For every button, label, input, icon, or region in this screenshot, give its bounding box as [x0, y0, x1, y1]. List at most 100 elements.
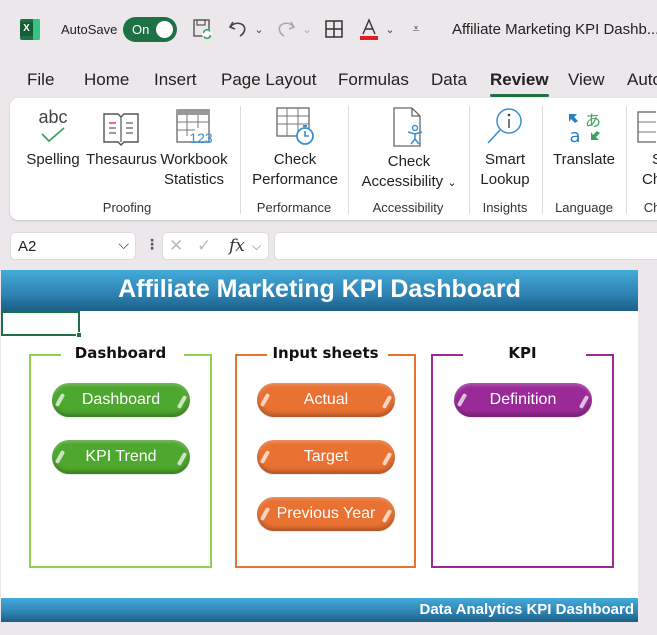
check-performance-label-2: Performance	[252, 171, 338, 188]
formula-input[interactable]	[274, 232, 657, 260]
autosave-toggle[interactable]: On	[123, 17, 177, 42]
spelling-label: Spelling	[26, 151, 80, 168]
target-button[interactable]: Target	[257, 440, 395, 474]
ribbon-tabs: File Home Insert Page Layout Formulas Da…	[0, 64, 657, 98]
kpi-trend-button[interactable]: KPI Trend	[52, 440, 190, 474]
redo-dropdown-icon[interactable]: ⌄	[301, 16, 313, 42]
panel-input-sheets: Input sheets Actual Target Previous Year	[235, 344, 416, 568]
save-sync-icon[interactable]	[191, 16, 215, 42]
workbook-statistics-label-1: Workbook	[160, 151, 228, 168]
workbook-statistics-label-2: Statistics	[163, 171, 224, 188]
dashboard-footer: Data Analytics KPI Dashboard	[1, 598, 638, 622]
panel-title-input-sheets: Input sheets	[272, 344, 379, 362]
dashboard-button[interactable]: Dashboard	[52, 383, 190, 417]
smart-lookup-button[interactable]: Smart Lookup	[474, 106, 536, 190]
dashboard-banner: Affiliate Marketing KPI Dashboard	[1, 270, 638, 311]
tab-review[interactable]: Review	[490, 70, 549, 97]
tab-home[interactable]: Home	[84, 70, 129, 90]
redo-icon[interactable]	[274, 16, 298, 42]
autosave-state: On	[132, 22, 150, 37]
borders-icon[interactable]	[322, 16, 346, 42]
thesaurus-button[interactable]: Thesaurus	[86, 106, 157, 170]
ribbon-separator	[240, 106, 241, 214]
check-accessibility-button[interactable]: Check Accessibility ⌄	[354, 106, 464, 193]
name-box-value: A2	[18, 238, 37, 255]
font-color-dropdown-icon[interactable]: ⌄	[384, 16, 396, 42]
enter-icon[interactable]: ✓	[197, 236, 211, 256]
group-label-changes: Ch	[643, 200, 657, 215]
tab-automate[interactable]: Auto	[627, 70, 657, 90]
translate-label: Translate	[553, 151, 615, 168]
panel-kpi: KPI Definition	[431, 344, 614, 568]
tab-formulas[interactable]: Formulas	[338, 70, 409, 90]
abc-glyph: abc	[38, 107, 67, 127]
svg-text:a: a	[569, 126, 580, 146]
tab-insert[interactable]: Insert	[154, 70, 197, 90]
ribbon: abc Spelling Thesaurus 123 Workbook Stat…	[10, 98, 657, 220]
group-label-proofing: Proofing	[102, 200, 152, 215]
panel-title-kpi: KPI	[508, 344, 537, 362]
chevron-down-icon[interactable]: ⌵	[118, 236, 129, 253]
autosave-label: AutoSave	[61, 22, 118, 37]
fill-handle[interactable]	[76, 332, 82, 338]
check-accessibility-label-2: Accessibility	[361, 173, 444, 190]
panel-title-dashboard: Dashboard	[74, 344, 167, 362]
spelling-button[interactable]: abc Spelling	[24, 106, 82, 170]
undo-dropdown-icon[interactable]: ⌄	[253, 16, 265, 42]
translate-icon: aあ	[548, 106, 620, 146]
group-label-language: Language	[555, 200, 613, 215]
title-bar: X AutoSave On ⌄ ⌄ ⌄ ⩡ Affiliate Marketin…	[0, 0, 657, 60]
selected-cell-a2[interactable]	[1, 311, 82, 338]
svg-text:あ: あ	[585, 111, 601, 130]
show-changes-icon	[636, 106, 657, 146]
group-label-accessibility: Accessibility	[372, 200, 444, 215]
spelling-icon: abc	[24, 106, 82, 146]
chevron-down-icon[interactable]: ⌵	[252, 239, 261, 254]
stats-glyph: 123	[189, 130, 213, 146]
check-performance-button[interactable]: Check Performance	[248, 106, 342, 190]
name-box[interactable]: A2 ⌵	[10, 232, 136, 260]
excel-logo-icon: X	[20, 19, 40, 40]
check-performance-label-1: Check	[273, 151, 317, 168]
formula-controls: ✕ ✓ fx ⌵	[162, 232, 269, 260]
show-changes-label-1: S	[636, 150, 657, 170]
font-color-icon[interactable]	[357, 16, 381, 42]
check-accessibility-label-1: Check	[387, 153, 431, 170]
thesaurus-label: Thesaurus	[86, 151, 157, 168]
insert-function-icon[interactable]: fx	[229, 236, 245, 256]
ribbon-separator	[542, 106, 543, 214]
check-accessibility-icon	[354, 106, 464, 148]
cancel-icon[interactable]: ✕	[169, 236, 183, 256]
group-label-performance: Performance	[256, 200, 332, 215]
ribbon-separator	[348, 106, 349, 214]
smart-lookup-label-1: Smart	[484, 151, 525, 168]
tab-file[interactable]: File	[27, 70, 54, 90]
toggle-knob	[156, 21, 173, 38]
tab-page-layout[interactable]: Page Layout	[221, 70, 316, 90]
worksheet[interactable]: Affiliate Marketing KPI Dashboard Dashbo…	[1, 270, 638, 622]
check-performance-icon	[248, 106, 342, 146]
previous-year-button[interactable]: Previous Year	[257, 497, 395, 531]
chevron-down-icon: ⌄	[447, 177, 457, 189]
more-options-icon[interactable]: ⋮	[145, 236, 159, 253]
show-changes-button[interactable]: S Ch	[636, 106, 657, 190]
tab-view[interactable]: View	[568, 70, 605, 90]
panel-dashboard: Dashboard Dashboard KPI Trend	[29, 344, 212, 568]
workbook-statistics-icon: 123	[156, 106, 232, 146]
tab-data[interactable]: Data	[431, 70, 467, 90]
dashboard-title: Affiliate Marketing KPI Dashboard	[118, 275, 521, 303]
undo-icon[interactable]	[226, 16, 250, 42]
translate-button[interactable]: aあ Translate	[548, 106, 620, 170]
document-title: Affiliate Marketing KPI Dashb...	[452, 21, 657, 38]
show-changes-label-2: Ch	[642, 171, 657, 188]
thesaurus-icon	[86, 106, 156, 146]
ribbon-separator	[469, 106, 470, 214]
group-label-insights: Insights	[482, 200, 528, 215]
definition-button[interactable]: Definition	[454, 383, 592, 417]
footer-text: Data Analytics KPI Dashboard	[419, 601, 634, 618]
customize-toolbar-icon[interactable]: ⩡	[408, 16, 424, 42]
workbook-statistics-button[interactable]: 123 Workbook Statistics	[156, 106, 232, 190]
smart-lookup-icon	[474, 106, 536, 146]
smart-lookup-label-2: Lookup	[480, 171, 530, 188]
actual-button[interactable]: Actual	[257, 383, 395, 417]
